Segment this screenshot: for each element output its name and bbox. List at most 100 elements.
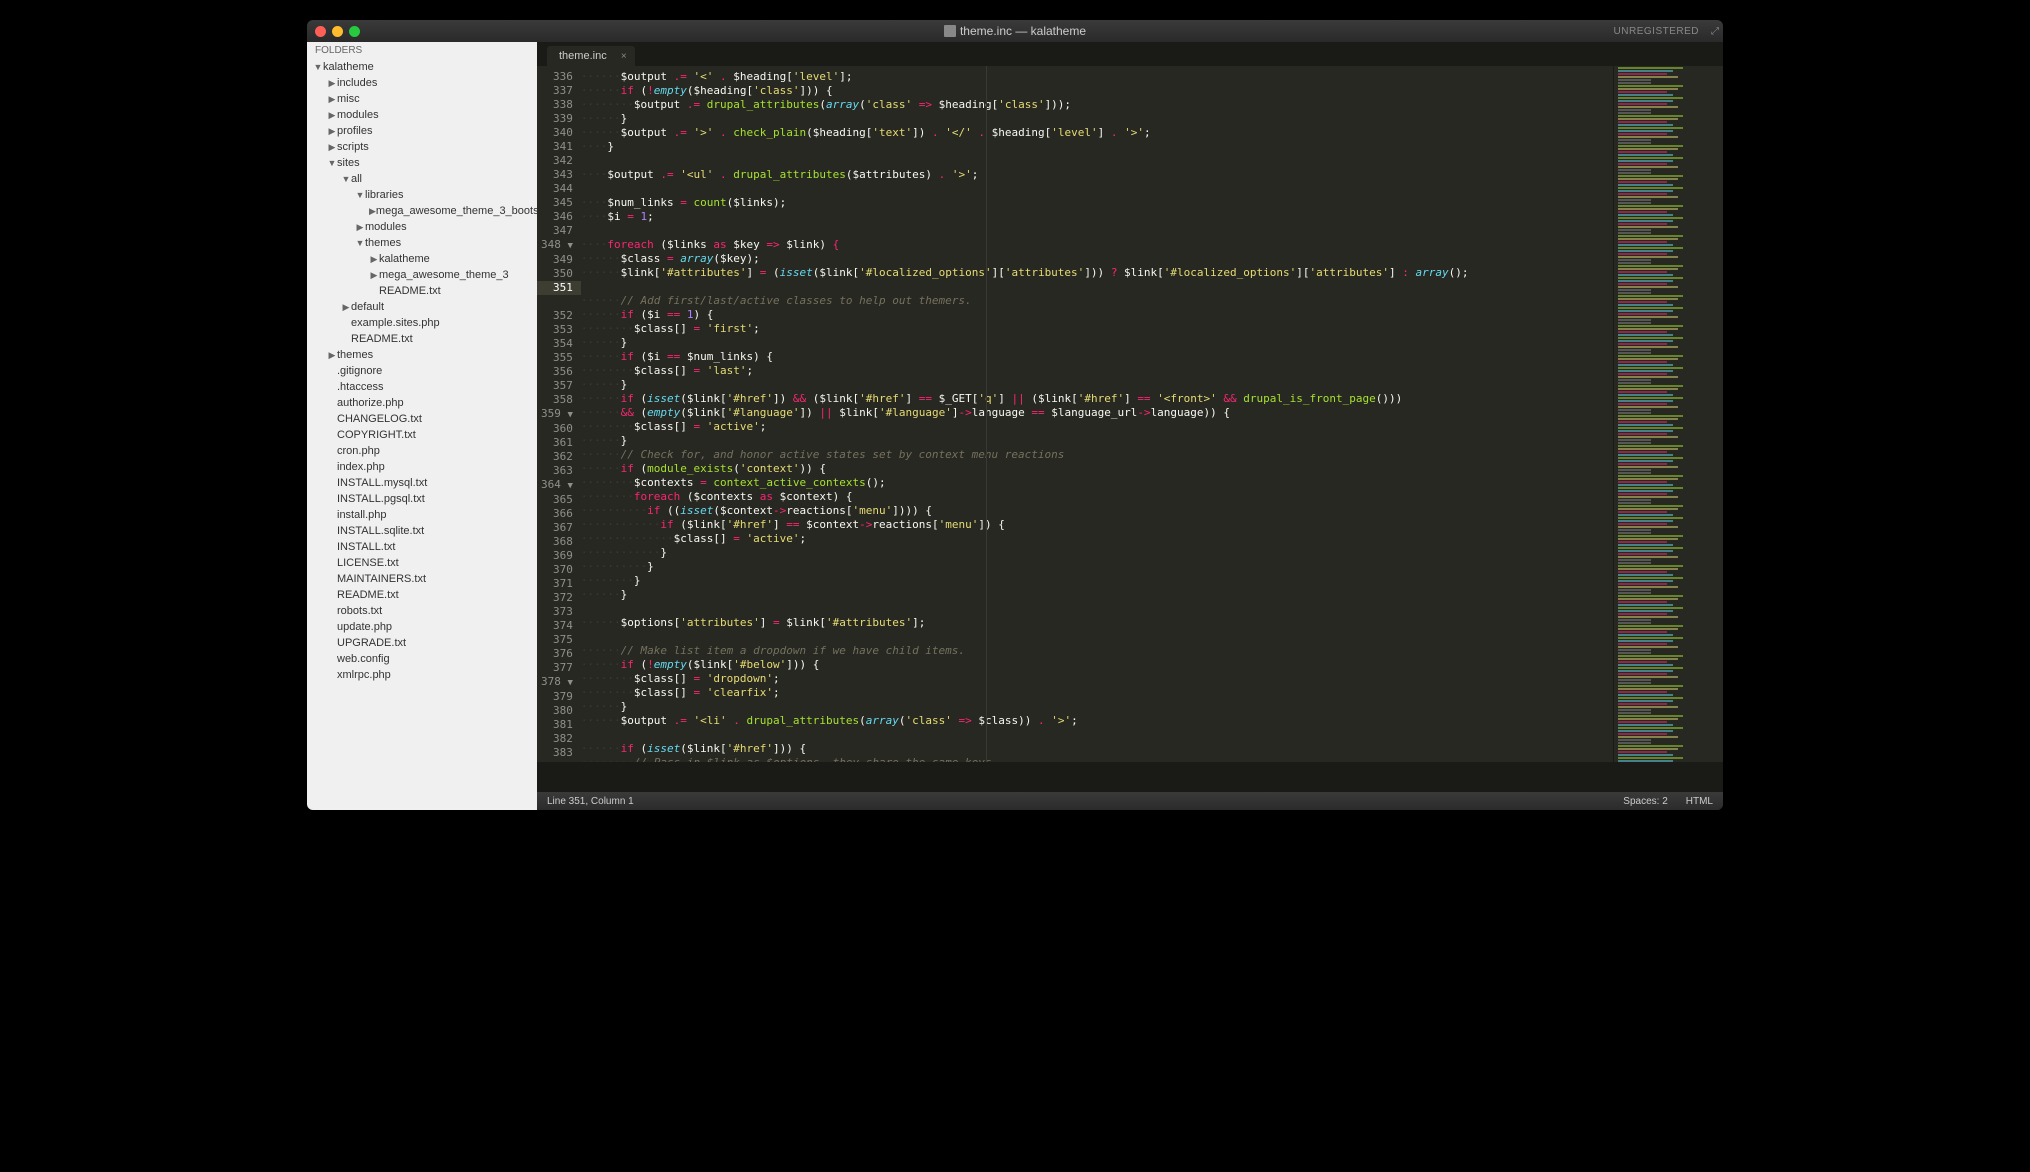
- tree-item[interactable]: LICENSE.txt: [307, 555, 537, 571]
- tree-item[interactable]: kalatheme: [307, 59, 537, 75]
- cursor-position[interactable]: Line 351, Column 1: [547, 796, 634, 807]
- tree-item[interactable]: misc: [307, 91, 537, 107]
- find-panel[interactable]: [537, 762, 1723, 792]
- code-line[interactable]: ········$class[] = 'first';: [581, 322, 760, 335]
- disclosure-arrow-icon[interactable]: [341, 300, 351, 314]
- line-number-gutter[interactable]: 336 337 338 339 340 341 342 343 344 345 …: [537, 66, 581, 762]
- tree-item[interactable]: modules: [307, 219, 537, 235]
- code-line[interactable]: ······}: [581, 434, 627, 447]
- disclosure-arrow-icon[interactable]: [327, 140, 337, 154]
- code-line[interactable]: ········$contexts = context_active_conte…: [581, 476, 886, 489]
- code-line[interactable]: ······if (isset($link['#href']) && ($lin…: [581, 392, 1402, 405]
- tree-item[interactable]: CHANGELOG.txt: [307, 411, 537, 427]
- tree-item[interactable]: MAINTAINERS.txt: [307, 571, 537, 587]
- code-editor[interactable]: 336 337 338 339 340 341 342 343 344 345 …: [537, 66, 1613, 762]
- tree-item[interactable]: scripts: [307, 139, 537, 155]
- tree-item[interactable]: all: [307, 171, 537, 187]
- tree-item[interactable]: .htaccess: [307, 379, 537, 395]
- sidebar[interactable]: FOLDERS kalathemeincludesmiscmodulesprof…: [307, 42, 537, 810]
- code-line[interactable]: ······$options['attributes'] = $link['#a…: [581, 616, 925, 629]
- fullscreen-icon[interactable]: ⤢: [1711, 26, 1719, 37]
- tree-item[interactable]: themes: [307, 235, 537, 251]
- code-line[interactable]: ············}: [581, 546, 667, 559]
- disclosure-arrow-icon[interactable]: [369, 252, 379, 266]
- code-line[interactable]: ······$link['#attributes'] = (isset($lin…: [581, 266, 1469, 279]
- code-line[interactable]: ········foreach ($contexts as $context) …: [581, 490, 853, 503]
- tree-item[interactable]: INSTALL.mysql.txt: [307, 475, 537, 491]
- code-line[interactable]: ········$class[] = 'dropdown';: [581, 672, 780, 685]
- folder-tree[interactable]: kalathemeincludesmiscmodulesprofilesscri…: [307, 59, 537, 810]
- tree-item[interactable]: sites: [307, 155, 537, 171]
- tab-bar[interactable]: theme.inc ×: [537, 42, 1723, 66]
- tree-item[interactable]: update.php: [307, 619, 537, 635]
- disclosure-arrow-icon[interactable]: [369, 268, 379, 282]
- code-line[interactable]: ······}: [581, 700, 627, 713]
- tree-item[interactable]: includes: [307, 75, 537, 91]
- tree-item[interactable]: index.php: [307, 459, 537, 475]
- code-line[interactable]: ······$output .= '>' . check_plain($head…: [581, 126, 1151, 139]
- disclosure-arrow-icon[interactable]: [369, 204, 376, 218]
- tree-item[interactable]: mega_awesome_theme_3: [307, 267, 537, 283]
- disclosure-arrow-icon[interactable]: [327, 348, 337, 362]
- tree-item[interactable]: web.config: [307, 651, 537, 667]
- disclosure-arrow-icon[interactable]: [341, 172, 351, 186]
- code-line[interactable]: ······if (isset($link['#href'])) {: [581, 742, 806, 755]
- disclosure-arrow-icon[interactable]: [313, 60, 323, 74]
- code-line[interactable]: ····foreach ($links as $key => $link) {: [581, 238, 839, 251]
- tree-item[interactable]: modules: [307, 107, 537, 123]
- disclosure-arrow-icon[interactable]: [327, 156, 337, 170]
- code-line[interactable]: ··········}: [581, 560, 654, 573]
- code-line[interactable]: ········$class[] = 'clearfix';: [581, 686, 780, 699]
- code-line[interactable]: ········// Pass in $link as $options, th…: [581, 756, 998, 762]
- code-line[interactable]: ······}: [581, 378, 627, 391]
- code-line[interactable]: ······if ($i == $num_links) {: [581, 350, 773, 363]
- code-line[interactable]: ··············$class[] = 'active';: [581, 532, 806, 545]
- code-line[interactable]: ······$class = array($key);: [581, 252, 760, 265]
- tree-item[interactable]: COPYRIGHT.txt: [307, 427, 537, 443]
- code-line[interactable]: ······// Check for, and honor active sta…: [581, 448, 1064, 461]
- code-line[interactable]: ······}: [581, 588, 627, 601]
- code-line[interactable]: ······$output .= '<li' . drupal_attribut…: [581, 714, 1078, 727]
- tree-item[interactable]: INSTALL.txt: [307, 539, 537, 555]
- tree-item[interactable]: themes: [307, 347, 537, 363]
- code-line[interactable]: ······if ($i == 1) {: [581, 308, 714, 321]
- tree-item[interactable]: authorize.php: [307, 395, 537, 411]
- syntax-indicator[interactable]: HTML: [1686, 796, 1713, 807]
- tree-item[interactable]: profiles: [307, 123, 537, 139]
- tree-item[interactable]: install.php: [307, 507, 537, 523]
- disclosure-arrow-icon[interactable]: [327, 108, 337, 122]
- disclosure-arrow-icon[interactable]: [355, 236, 365, 250]
- minimap[interactable]: [1613, 66, 1723, 762]
- code-line[interactable]: ··········if ((isset($context->reactions…: [581, 504, 932, 517]
- disclosure-arrow-icon[interactable]: [355, 188, 365, 202]
- tree-item[interactable]: libraries: [307, 187, 537, 203]
- disclosure-arrow-icon[interactable]: [327, 124, 337, 138]
- code-line[interactable]: ······if (!empty($heading['class'])) {: [581, 84, 833, 97]
- code-line[interactable]: ········$output .= drupal_attributes(arr…: [581, 98, 1071, 111]
- code-line[interactable]: ········}: [581, 574, 641, 587]
- close-icon[interactable]: ×: [621, 51, 627, 62]
- tree-item[interactable]: kalatheme: [307, 251, 537, 267]
- code-line[interactable]: ······&& (empty($link['#language']) || $…: [581, 406, 1230, 419]
- tree-item[interactable]: xmlrpc.php: [307, 667, 537, 683]
- tree-item[interactable]: default: [307, 299, 537, 315]
- code-line[interactable]: ······if (module_exists('context')) {: [581, 462, 826, 475]
- code-line[interactable]: ······}: [581, 336, 627, 349]
- tree-item[interactable]: UPGRADE.txt: [307, 635, 537, 651]
- tree-item[interactable]: INSTALL.sqlite.txt: [307, 523, 537, 539]
- code-line[interactable]: ······// Add first/last/active classes t…: [581, 294, 972, 307]
- tree-item[interactable]: INSTALL.pgsql.txt: [307, 491, 537, 507]
- tree-item[interactable]: README.txt: [307, 283, 537, 299]
- tree-item[interactable]: README.txt: [307, 587, 537, 603]
- code-line[interactable]: ····$num_links = count($links);: [581, 196, 786, 209]
- code-line[interactable]: ······// Make list item a dropdown if we…: [581, 644, 965, 657]
- tree-item[interactable]: cron.php: [307, 443, 537, 459]
- code-line[interactable]: ········$class[] = 'last';: [581, 364, 753, 377]
- disclosure-arrow-icon[interactable]: [327, 76, 337, 90]
- code-line[interactable]: ····$output .= '<ul' . drupal_attributes…: [581, 168, 978, 181]
- tree-item[interactable]: example.sites.php: [307, 315, 537, 331]
- tab-theme-inc[interactable]: theme.inc ×: [547, 46, 635, 66]
- code-line[interactable]: ········$class[] = 'active';: [581, 420, 766, 433]
- code-line[interactable]: ······$output .= '<' . $heading['level']…: [581, 70, 853, 83]
- indentation-indicator[interactable]: Spaces: 2: [1623, 796, 1667, 807]
